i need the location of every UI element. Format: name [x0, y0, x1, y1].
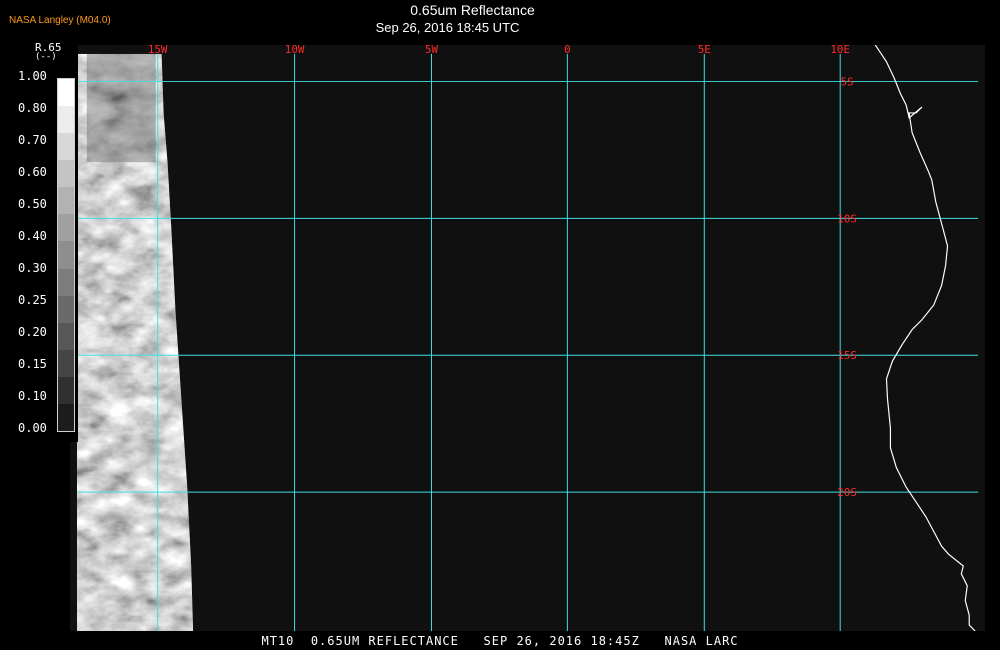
- colorbar-swatch: [58, 403, 74, 432]
- colorbar-swatch: [58, 349, 74, 378]
- colorbar-tick-label: 0.15: [18, 357, 47, 371]
- latitude-label: 15S: [837, 349, 857, 362]
- colorbar-swatch: [58, 268, 74, 297]
- colorbar-swatch: [58, 187, 74, 215]
- image-timestamp: Sep 26, 2016 18:45 UTC: [375, 20, 520, 35]
- colorbar-swatch: [58, 79, 74, 107]
- latitude-label: 10S: [837, 212, 857, 225]
- colorbar-tick-label: 0.40: [18, 229, 47, 243]
- africa-coastline: [874, 45, 976, 631]
- colorbar-tick-label: 0.10: [18, 389, 47, 403]
- colorbar-tick-label: 0.60: [18, 165, 47, 179]
- longitude-label: 0: [564, 45, 571, 56]
- colorbar-swatch: [58, 295, 74, 324]
- colorbar-tick-label: 0.70: [18, 133, 47, 147]
- colorbar-tick-label: 0.30: [18, 261, 47, 275]
- satellite-swath: [76, 53, 194, 631]
- colorbar-swatch: [58, 241, 74, 270]
- satellite-map[interactable]: 15W 10W 5W 0 5E 10E 5S 10S 15S 20S: [70, 45, 985, 631]
- colorbar-tick-label: 0.20: [18, 325, 47, 339]
- longitude-label: 5E: [698, 45, 711, 56]
- footer-caption: MT10 0.65UM REFLECTANCE SEP 26, 2016 18:…: [261, 634, 739, 648]
- colorbar-tick-label: 0.00: [18, 421, 47, 435]
- longitude-label: 5W: [425, 45, 439, 56]
- colorbar: R.65 (--) 1.00 0.80 0.70 0.60 0.50 0.40 0.30 0.…: [0, 41, 78, 442]
- colorbar-tick-label: 0.25: [18, 293, 47, 307]
- longitude-label: 10E: [830, 45, 850, 56]
- latitude-label: 20S: [837, 486, 857, 499]
- map-canvas: 15W 10W 5W 0 5E 10E 5S 10S 15S 20S: [76, 45, 979, 631]
- graticule-lines: [76, 53, 979, 631]
- longitude-label: 10W: [285, 45, 305, 56]
- colorbar-tick-label: 1.00: [18, 69, 47, 83]
- colorbar-tick-label: 0.50: [18, 197, 47, 211]
- colorbar-tick-label: 0.80: [18, 101, 47, 115]
- colorbar-scale: [57, 78, 75, 432]
- colorbar-swatch: [58, 106, 74, 134]
- colorbar-unit: (--): [35, 52, 57, 62]
- longitude-label: 15W: [148, 45, 168, 56]
- colorbar-swatch: [58, 160, 74, 188]
- image-title: 0.65um Reflectance: [410, 2, 535, 18]
- header-bar: NASA Langley (M04.0) 0.65um Reflectance …: [0, 0, 1000, 45]
- colorbar-swatch: [58, 133, 74, 161]
- longitude-labels: 15W 10W 5W 0 5E 10E: [148, 45, 850, 56]
- colorbar-swatch: [58, 322, 74, 351]
- colorbar-swatch: [58, 376, 74, 405]
- latitude-label: 5S: [841, 75, 854, 88]
- colorbar-swatch: [58, 214, 74, 242]
